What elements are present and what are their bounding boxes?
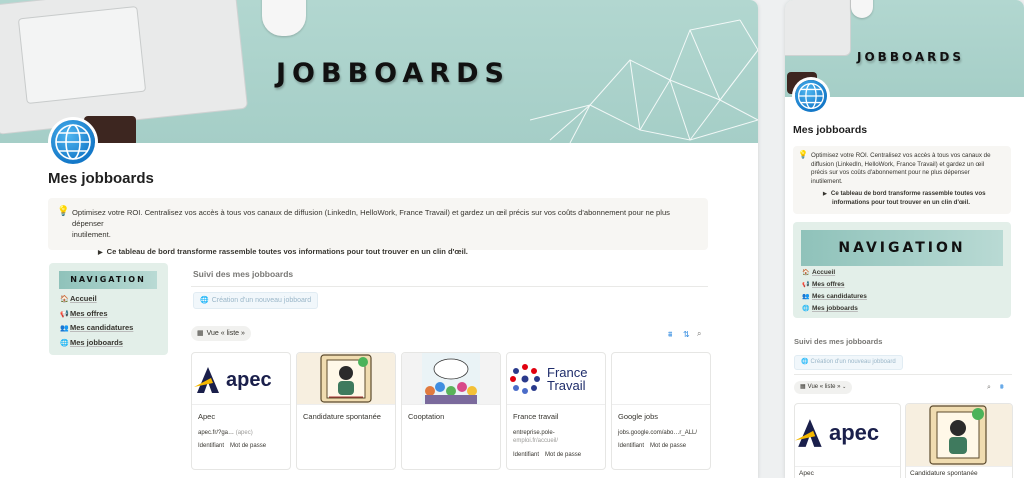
- card-tags: Identifiant Mot de passe: [198, 443, 267, 449]
- nav-item-mes-candidatures[interactable]: 👥Mes candidatures: [802, 293, 867, 300]
- toggle-triangle-icon[interactable]: ▶: [823, 191, 827, 197]
- card-cover: [402, 353, 500, 405]
- card-cover: apec: [192, 353, 290, 405]
- new-jobboard-button[interactable]: 🌐 Création d'un nouveau jobboard: [193, 292, 319, 309]
- desktop-page-view: JOBBOARDS Mes jobboards 💡 Optimisez votr…: [0, 0, 758, 478]
- database-title[interactable]: Suivi des mes jobboards: [193, 269, 293, 279]
- house-icon: 🏠: [802, 270, 810, 276]
- france-travail-dots-icon: [510, 364, 540, 394]
- filter-icon[interactable]: ⩩: [668, 330, 672, 340]
- cover-title: JOBBOARDS: [857, 50, 964, 64]
- mouse-illustration: [851, 0, 873, 18]
- nav-item-mes-offres[interactable]: 📢Mes offres: [60, 309, 108, 318]
- view-selector[interactable]: ▦ Vue « liste » ⌄: [794, 381, 853, 394]
- nav-item-accueil[interactable]: 🏠Accueil: [802, 269, 835, 276]
- navigation-box: NAVIGATION 🏠Accueil 📢Mes offres 👥Mes can…: [793, 222, 1011, 318]
- apec-mark-icon: [194, 367, 219, 393]
- card-cover: [906, 404, 1012, 467]
- laptop-illustration: [785, 0, 851, 56]
- card-url[interactable]: entreprise.pole-emploi.fr/accueil/: [513, 429, 558, 445]
- card-title: Google jobs: [618, 412, 659, 421]
- cover-image: JOBBOARDS: [0, 0, 758, 143]
- navigation-title: NAVIGATION: [59, 271, 157, 289]
- cv-illustration: [929, 405, 987, 465]
- globe-icon: 🌐: [60, 340, 69, 347]
- view-selector[interactable]: ▦ Vue « liste »: [191, 326, 251, 341]
- globe-icon: 🌐: [801, 359, 809, 365]
- globe-icon: 🌐: [200, 297, 209, 304]
- card-title: France travail: [513, 412, 559, 421]
- card-cooptation[interactable]: Cooptation: [401, 352, 501, 470]
- lightbulb-icon: 💡: [798, 150, 808, 159]
- cv-illustration: [320, 354, 372, 403]
- callout-text-line1: Optimisez votre ROI. Centralisez vos acc…: [72, 208, 670, 228]
- megaphone-icon: 📢: [802, 282, 810, 288]
- card-url[interactable]: jobs.google.com/abo…r_ALL/: [618, 429, 697, 437]
- callout-bullet: ▶ Ce tableau de bord transforme rassemble…: [823, 190, 986, 206]
- divider: [191, 286, 708, 287]
- trackpad-illustration: [17, 5, 147, 105]
- mouse-illustration: [262, 0, 306, 36]
- callout-bullet: ▶ Ce tableau de bord transforme rassemble…: [98, 247, 468, 256]
- search-icon[interactable]: ⌕: [697, 329, 701, 339]
- card-candidature-spontanee[interactable]: Candidature spontanée: [296, 352, 396, 470]
- new-jobboard-button[interactable]: 🌐 Création d'un nouveau jobboard: [794, 355, 903, 370]
- database-title[interactable]: Suivi des mes jobboards: [794, 337, 882, 346]
- people-icon: 👥: [802, 294, 810, 300]
- card-cover: [297, 353, 395, 405]
- card-apec[interactable]: apec Apec: [794, 403, 901, 478]
- filter-icon[interactable]: ⩩: [1000, 384, 1004, 392]
- card-candidature-spontanee[interactable]: Candidature spontanée: [905, 403, 1013, 478]
- toggle-triangle-icon[interactable]: ▶: [98, 250, 103, 256]
- apec-mark-icon: [795, 419, 822, 447]
- card-title: Apec: [799, 470, 814, 477]
- navigation-box: NAVIGATION 🏠Accueil 📢Mes offres 👥Mes can…: [49, 263, 168, 355]
- cover-title: JOBBOARDS: [276, 58, 510, 89]
- apec-logo: apec: [194, 365, 272, 395]
- network-lines-decoration: [530, 19, 758, 143]
- sort-icon[interactable]: ⇅: [683, 330, 690, 339]
- megaphone-icon: 📢: [60, 311, 69, 318]
- card-url[interactable]: apec.fr/?ga… (apec): [198, 429, 253, 437]
- callout-text-line2: inutilement.: [72, 230, 111, 239]
- divider: [794, 374, 1012, 375]
- card-title: Candidature spontanée: [910, 470, 978, 477]
- nav-item-mes-jobboards[interactable]: 🌐Mes jobboards: [60, 338, 123, 347]
- globe-icon[interactable]: [51, 120, 95, 164]
- card-tags: Identifiant Mot de passe: [513, 452, 582, 458]
- france-travail-logo: France Travail: [547, 365, 588, 393]
- people-icon: 👥: [60, 325, 69, 332]
- nav-item-mes-offres[interactable]: 📢Mes offres: [802, 281, 845, 288]
- card-tags: Identifiant Mot de passe: [618, 443, 687, 449]
- globe-icon: 🌐: [802, 306, 810, 312]
- card-google-jobs[interactable]: Google jobs jobs.google.com/abo…r_ALL/ I…: [611, 352, 711, 470]
- nav-item-accueil[interactable]: 🏠Accueil: [60, 294, 97, 303]
- nav-item-mes-candidatures[interactable]: 👥Mes candidatures: [60, 323, 133, 332]
- house-icon: 🏠: [60, 296, 69, 303]
- nav-item-mes-jobboards[interactable]: 🌐Mes jobboards: [802, 305, 858, 312]
- mobile-page-view: JOBBOARDS Mes jobboards 💡 Optimisez votr…: [785, 0, 1024, 478]
- page-title: Mes jobboards: [48, 170, 154, 187]
- page-title: Mes jobboards: [793, 124, 868, 136]
- grid-icon: ▦: [800, 384, 806, 390]
- navigation-title: NAVIGATION: [801, 230, 1003, 266]
- card-title: Apec: [198, 412, 216, 421]
- card-cover: apec: [795, 404, 900, 467]
- crowd-illustration: [422, 353, 480, 404]
- chevron-down-icon: ⌄: [842, 384, 847, 390]
- globe-icon[interactable]: [795, 80, 827, 112]
- card-cover: [612, 353, 710, 405]
- grid-icon: ▦: [197, 330, 204, 337]
- card-title: Candidature spontanée: [303, 412, 381, 421]
- callout-box: 💡 Optimisez votre ROI. Centralisez vos a…: [793, 146, 1011, 214]
- search-icon[interactable]: ⌕: [987, 384, 991, 392]
- card-apec[interactable]: apec Apec apec.fr/?ga… (apec) Identifian…: [191, 352, 291, 470]
- apec-logo: apec: [795, 417, 879, 449]
- card-france-travail[interactable]: France Travail France travail entreprise.…: [506, 352, 606, 470]
- card-title: Cooptation: [408, 412, 445, 421]
- lightbulb-icon: 💡: [57, 206, 70, 217]
- card-cover: France Travail: [507, 353, 605, 405]
- callout-box: 💡 Optimisez votre ROI. Centralisez vos a…: [48, 198, 708, 256]
